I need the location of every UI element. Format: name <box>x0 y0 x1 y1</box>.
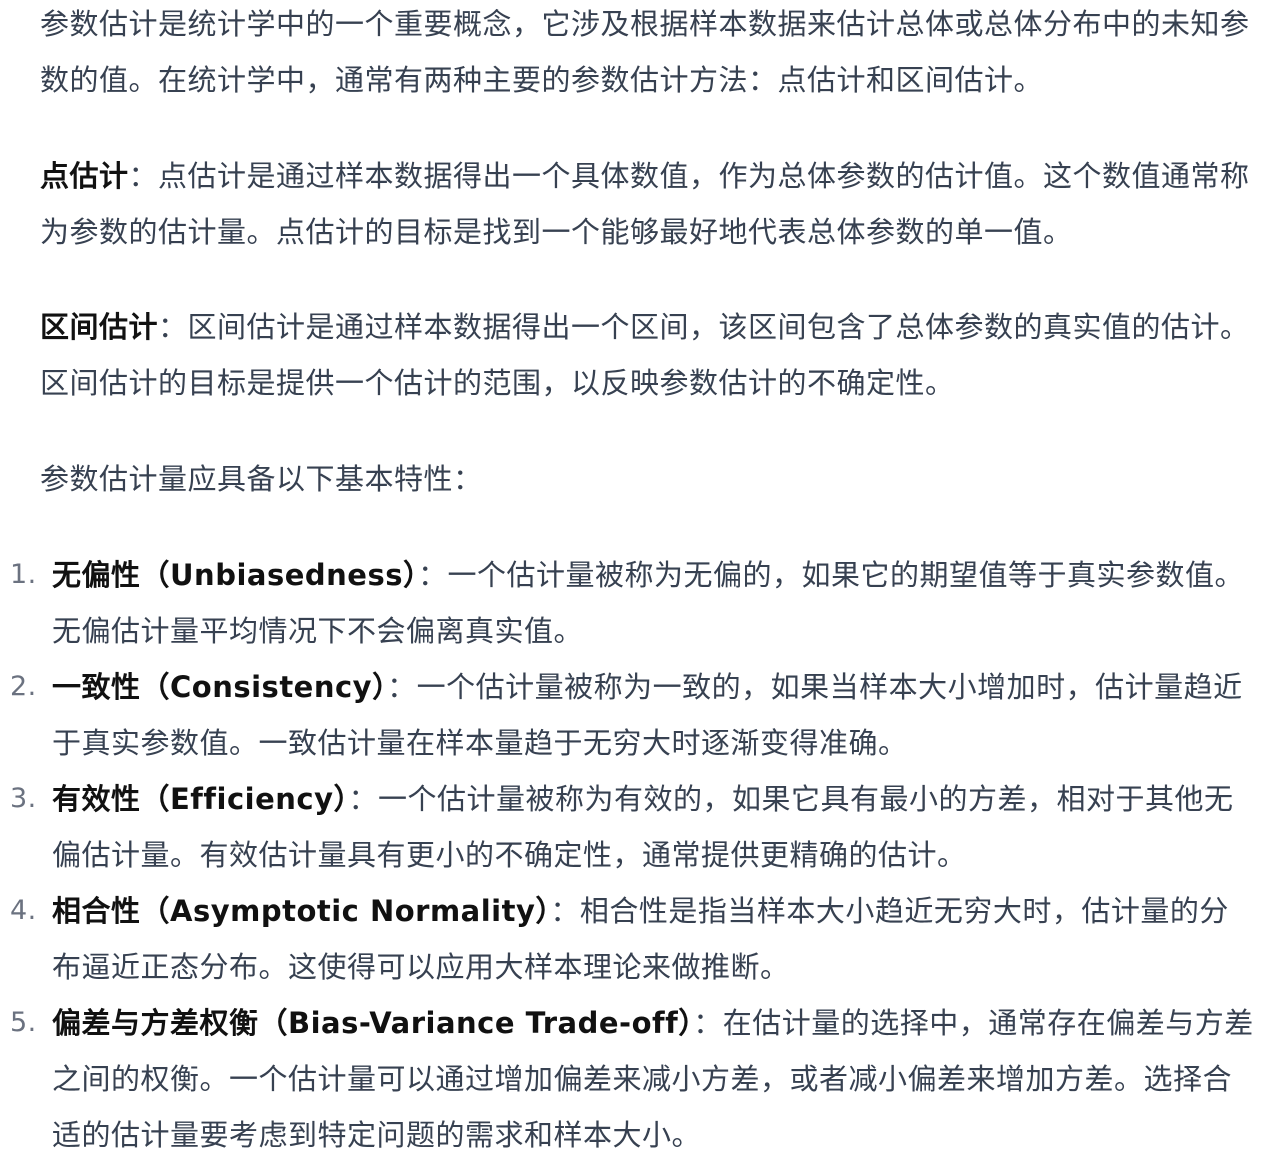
list-item-term: 相合性（Asymptotic Normality） <box>52 894 551 928</box>
list-item-number: 2. <box>10 671 37 702</box>
list-item-separator: ： <box>348 782 379 816</box>
interval-estimate-term: 区间估计 <box>40 310 159 344</box>
point-estimate-term: 点估计 <box>40 159 129 193</box>
list-item: 4. 相合性（Asymptotic Normality）：相合性是指当样本大小趋近… <box>10 883 1258 995</box>
list-item-separator: ： <box>418 558 448 592</box>
intro-paragraph: 参数估计是统计学中的一个重要概念，它涉及根据样本数据来估计总体或总体分布中的未知… <box>40 7 1250 97</box>
list-item-number: 5. <box>10 1007 37 1038</box>
list-item-term: 无偏性（Unbiasedness） <box>52 558 418 592</box>
list-item: 5. 偏差与方差权衡（Bias-Variance Trade-off）：在估计量的… <box>10 995 1258 1163</box>
list-item-number: 3. <box>10 783 37 814</box>
list-item: 1. 无偏性（Unbiasedness）：一个估计量被称为无偏的，如果它的期望值等… <box>10 547 1258 659</box>
list-item: 3. 有效性（Efficiency）：一个估计量被称为有效的，如果它具有最小的方差… <box>10 771 1258 883</box>
list-item: 2. 一致性（Consistency）：一个估计量被称为一致的，如果当样本大小增加… <box>10 659 1258 771</box>
properties-intro: 参数估计量应具备以下基本特性： <box>40 462 483 496</box>
interval-estimate-separator: ： <box>158 310 188 344</box>
point-estimate-text: 点估计是通过样本数据得出一个具体数值，作为总体参数的估计值。这个数值通常称为参数… <box>40 159 1250 249</box>
list-item-separator: ： <box>693 1006 723 1040</box>
point-estimate-separator: ： <box>128 159 159 193</box>
list-item-term: 一致性（Consistency） <box>52 670 388 704</box>
point-estimate-paragraph: 点估计：点估计是通过样本数据得出一个具体数值，作为总体参数的估计值。这个数值通常… <box>40 148 1260 260</box>
interval-estimate-text: 区间估计是通过样本数据得出一个区间，该区间包含了总体参数的真实值的估计。区间估计… <box>40 310 1250 400</box>
list-item-separator: ： <box>550 894 580 928</box>
interval-estimate-paragraph: 区间估计：区间估计是通过样本数据得出一个区间，该区间包含了总体参数的真实值的估计… <box>40 299 1260 411</box>
properties-list: 1. 无偏性（Unbiasedness）：一个估计量被称为无偏的，如果它的期望值等… <box>10 547 1258 1163</box>
list-item-term: 有效性（Efficiency） <box>52 782 349 816</box>
list-item-number: 4. <box>10 895 37 926</box>
list-item-separator: ： <box>387 670 417 704</box>
list-item-term: 偏差与方差权衡（Bias-Variance Trade-off） <box>52 1006 694 1040</box>
list-item-number: 1. <box>10 559 37 590</box>
